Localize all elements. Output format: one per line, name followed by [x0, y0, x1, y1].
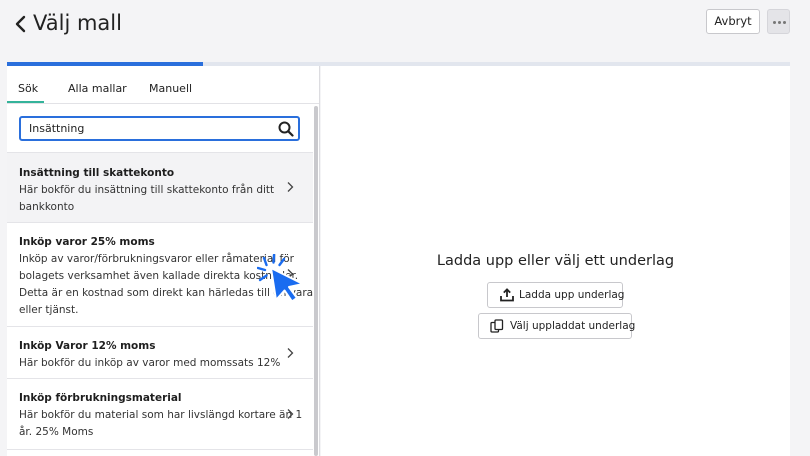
scrollbar[interactable]	[314, 106, 318, 456]
template-description: Här bokför du insättning till skattekont…	[19, 184, 275, 196]
template-description: år. 25% Moms	[19, 426, 94, 438]
tab-search[interactable]: Sök	[18, 82, 38, 95]
document-panel: Ladda upp eller välj ett underlag Ladda …	[321, 66, 790, 456]
template-description: bankkonto	[19, 201, 75, 213]
list-item[interactable]: Inköp förbrukningsmaterial Här bokför du…	[7, 378, 313, 450]
template-description: Inköp av varor/förbrukningsvaror eller r…	[19, 253, 294, 265]
choose-uploaded-document-button[interactable]: Välj uppladdat underlag	[478, 313, 636, 339]
search-input[interactable]	[29, 120, 269, 137]
active-tab-indicator	[7, 101, 44, 103]
click-cursor-icon	[257, 254, 304, 303]
template-title: Insättning till skattekonto	[19, 167, 175, 179]
dot-icon	[783, 21, 786, 24]
chevron-right-icon	[287, 182, 294, 192]
template-title: Inköp varor 25% moms	[19, 236, 155, 248]
cancel-button[interactable]: Avbryt	[706, 9, 760, 34]
upload-icon	[500, 288, 514, 302]
template-description: Här bokför du material som har livslängd…	[19, 409, 303, 421]
tab-all-templates[interactable]: Alla mallar	[68, 82, 127, 95]
chevron-left-icon[interactable]	[13, 14, 29, 34]
template-description: Här bokför du inköp av varor med momssat…	[19, 357, 281, 369]
chevron-right-icon	[287, 409, 294, 419]
tab-bar: Sök Alla mallar Manuell	[7, 66, 319, 104]
template-title: Inköp Varor 12% moms	[19, 340, 156, 352]
page-title: Välj mall	[33, 11, 122, 35]
template-picker-panel: Sök Alla mallar Manuell Insättning till …	[7, 66, 320, 456]
template-title: Inköp förbrukningsmaterial	[19, 392, 182, 404]
upload-document-button[interactable]: Ladda upp underlag	[487, 282, 625, 308]
list-item[interactable]: Insättning till skattekonto Här bokför d…	[7, 152, 313, 222]
header: Välj mall Avbryt	[0, 0, 810, 48]
search-box	[19, 116, 300, 141]
choose-button-label: Välj uppladdat underlag	[510, 320, 636, 332]
template-description: eller tjänst.	[19, 304, 79, 316]
upload-button-label: Ladda upp underlag	[519, 289, 625, 301]
dot-icon	[778, 21, 781, 24]
upload-heading: Ladda upp eller välj ett underlag	[436, 253, 675, 269]
list-item[interactable]: Inköp Varor 12% moms Här bokför du inköp…	[7, 326, 313, 378]
search-icon[interactable]	[278, 121, 294, 137]
chevron-right-icon	[287, 348, 294, 358]
copy-documents-icon	[490, 319, 504, 333]
tab-manual[interactable]: Manuell	[149, 82, 192, 95]
more-options-button[interactable]	[767, 9, 790, 34]
dot-icon	[773, 21, 776, 24]
